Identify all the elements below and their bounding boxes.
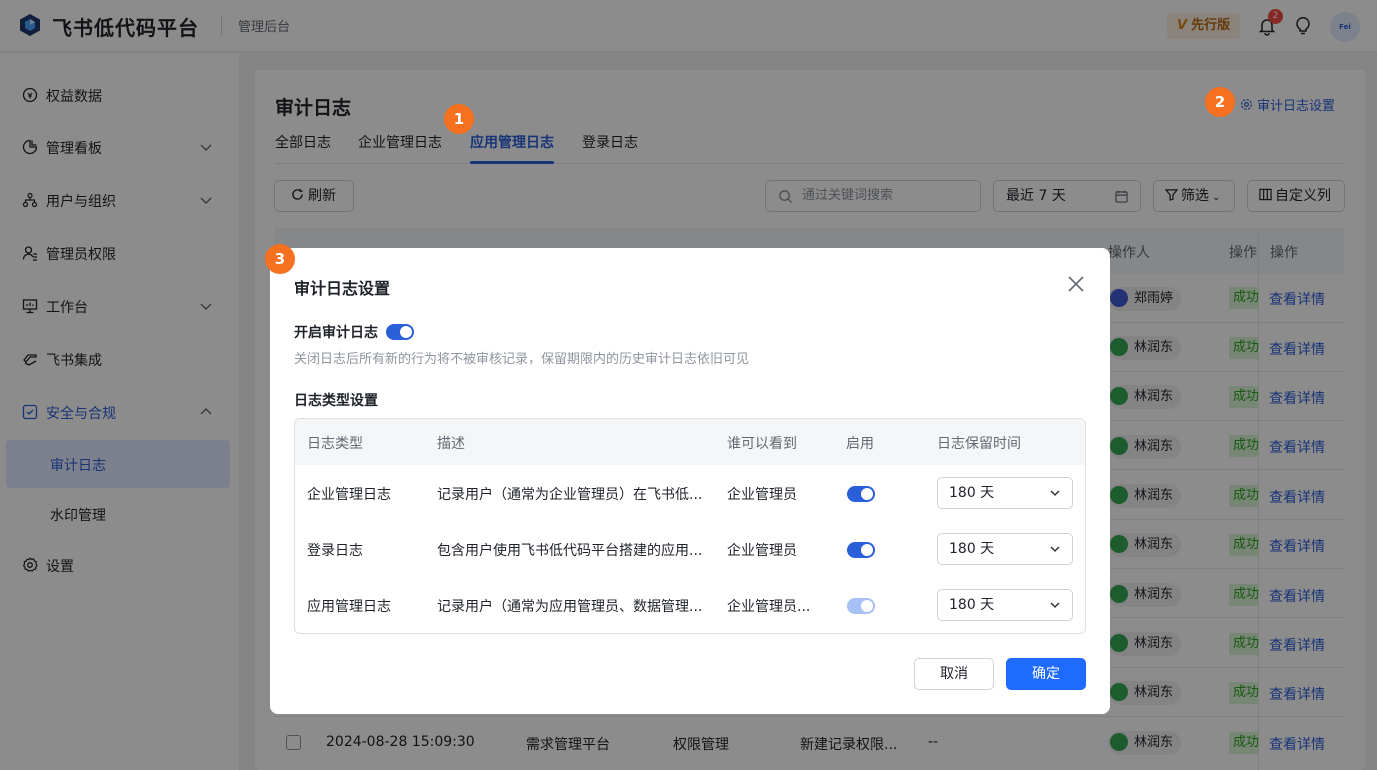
close-icon[interactable] bbox=[1066, 274, 1086, 294]
enable-audit-toggle[interactable] bbox=[386, 324, 414, 340]
chevron-down-icon bbox=[1050, 546, 1060, 552]
enable-audit-label: 开启审计日志 bbox=[294, 325, 378, 341]
column-header-retention: 日志保留时间 bbox=[937, 436, 1021, 452]
retention-value: 180 天 bbox=[949, 597, 995, 613]
cancel-button[interactable]: 取消 bbox=[914, 658, 994, 690]
log-type-section-title: 日志类型设置 bbox=[294, 393, 378, 409]
retention-value: 180 天 bbox=[949, 541, 995, 557]
retention-value: 180 天 bbox=[949, 485, 995, 501]
log-type-desc: 记录用户（通常为企业管理员）在飞书低... bbox=[437, 487, 703, 503]
chevron-down-icon bbox=[1050, 490, 1060, 496]
log-type-visible: 企业管理员 bbox=[727, 543, 797, 559]
confirm-button[interactable]: 确定 bbox=[1006, 658, 1086, 690]
log-type-name: 登录日志 bbox=[307, 543, 363, 559]
retention-select[interactable]: 180 天 bbox=[937, 589, 1073, 621]
column-header-enabled: 启用 bbox=[846, 436, 874, 452]
retention-select[interactable]: 180 天 bbox=[937, 477, 1073, 509]
enable-audit-hint: 关闭日志后所有新的行为将不被审核记录，保留期限内的历史审计日志依旧可见 bbox=[294, 352, 750, 367]
column-header-visible: 谁可以看到 bbox=[727, 436, 797, 452]
retention-select[interactable]: 180 天 bbox=[937, 533, 1073, 565]
step-marker-1: 1 bbox=[444, 104, 474, 134]
log-type-enable-toggle[interactable] bbox=[847, 486, 875, 502]
log-type-enable-toggle[interactable] bbox=[847, 542, 875, 558]
log-type-visible: 企业管理员... bbox=[727, 599, 811, 615]
log-type-desc: 记录用户（通常为应用管理员、数据管理... bbox=[437, 599, 703, 615]
log-type-name: 企业管理日志 bbox=[307, 487, 391, 503]
log-type-enable-toggle-disabled bbox=[847, 598, 875, 614]
step-marker-2: 2 bbox=[1205, 87, 1235, 117]
dialog-title: 审计日志设置 bbox=[294, 279, 391, 298]
log-type-name: 应用管理日志 bbox=[307, 599, 391, 615]
step-marker-3: 3 bbox=[265, 244, 295, 274]
log-type-visible: 企业管理员 bbox=[727, 487, 797, 503]
log-type-desc: 包含用户使用飞书低代码平台搭建的应用... bbox=[437, 543, 703, 559]
column-header-desc: 描述 bbox=[437, 436, 465, 452]
column-header-type: 日志类型 bbox=[307, 436, 363, 452]
chevron-down-icon bbox=[1050, 602, 1060, 608]
